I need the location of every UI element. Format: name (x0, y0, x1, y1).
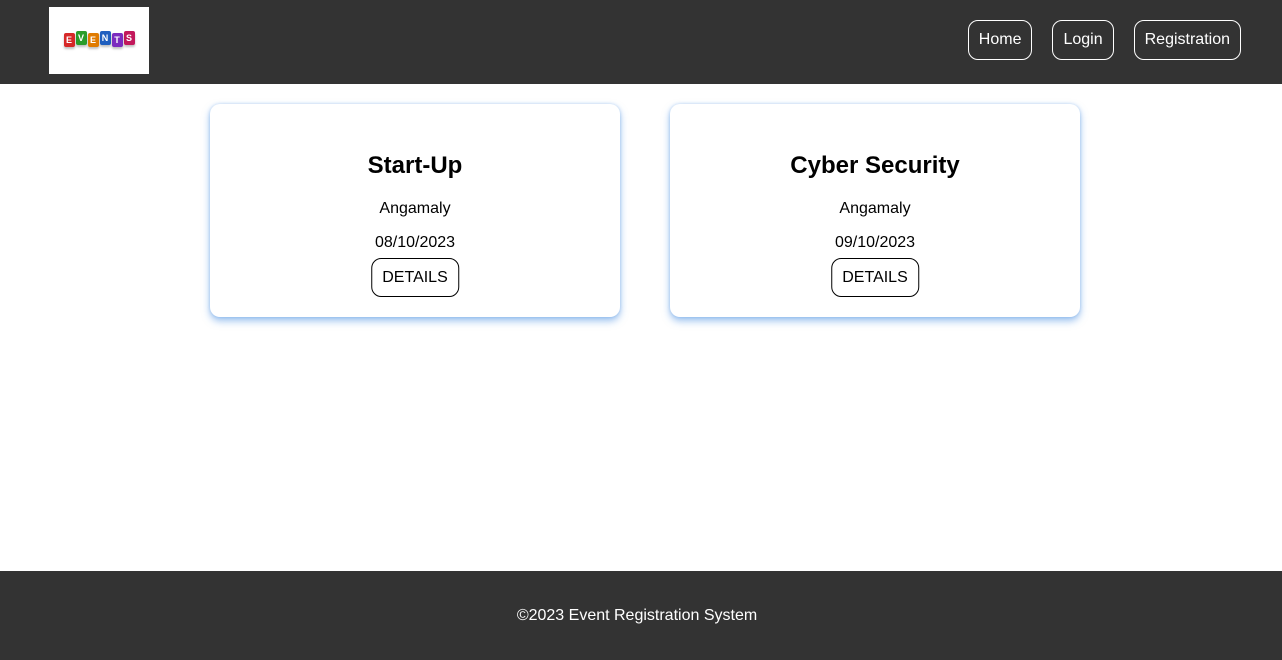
event-title: Start-Up (367, 152, 463, 179)
registration-button[interactable]: Registration (1133, 20, 1241, 60)
logo-letter: N (99, 30, 111, 45)
home-button[interactable]: Home (967, 20, 1033, 60)
event-location: Angamaly (839, 200, 911, 217)
logo-letter: V (75, 30, 87, 45)
details-button[interactable]: DETAILS (371, 258, 459, 297)
event-card-cyber-security: Cyber Security Angamaly 09/10/2023 DETAI… (670, 104, 1080, 317)
logo-letter: E (63, 32, 75, 47)
main-nav: Home Login Registration (967, 20, 1241, 60)
events-logo[interactable]: E V E N T S (49, 7, 149, 74)
copyright-text: ©2023 Event Registration System (516, 606, 758, 624)
event-date: 08/10/2023 (374, 234, 456, 251)
logo-letter-blocks: E V E N T S (63, 30, 135, 47)
logo-letter: T (111, 32, 123, 47)
page-footer: ©2023 Event Registration System (0, 571, 1282, 660)
login-button[interactable]: Login (1052, 20, 1114, 60)
event-date: 09/10/2023 (834, 234, 916, 251)
logo-letter: S (123, 30, 135, 45)
event-card-startup: Start-Up Angamaly 08/10/2023 DETAILS (210, 104, 620, 317)
event-location: Angamaly (379, 200, 451, 217)
details-button[interactable]: DETAILS (831, 258, 919, 297)
top-navbar: E V E N T S Home Login Registration (0, 0, 1282, 84)
event-title: Cyber Security (790, 152, 960, 179)
logo-letter: E (87, 32, 99, 47)
